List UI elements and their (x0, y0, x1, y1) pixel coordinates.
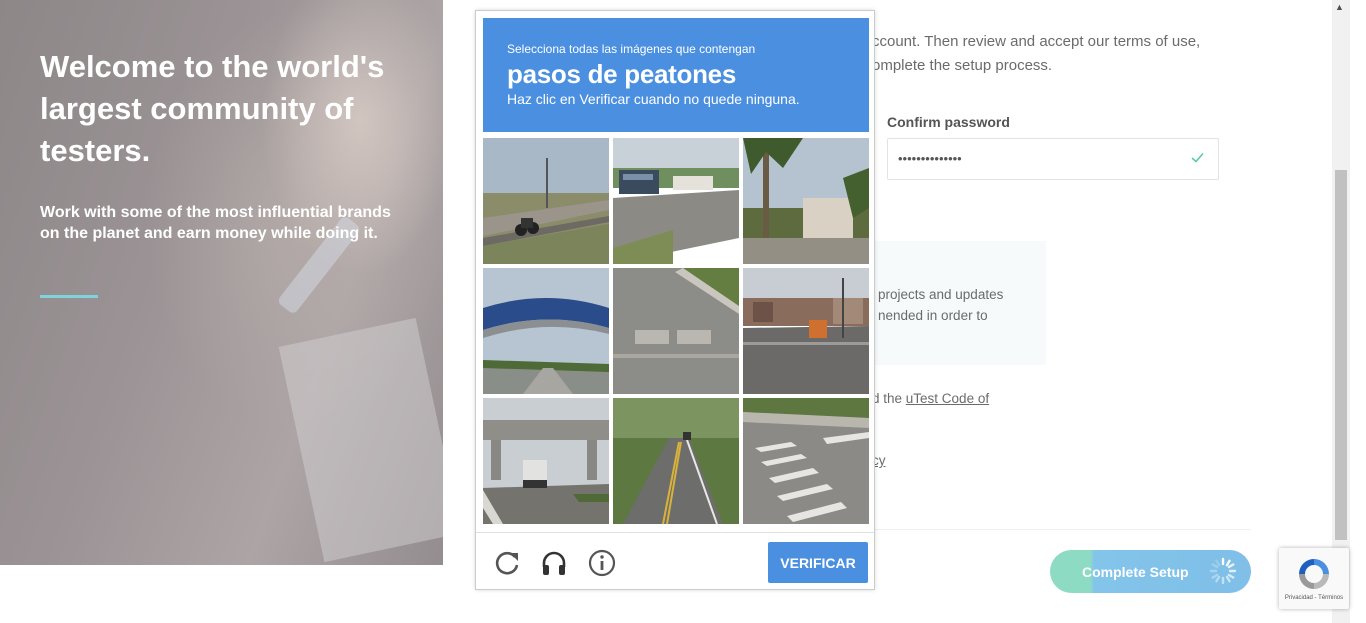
recaptcha-logo-icon (1299, 559, 1329, 589)
motorcycle-road-image (483, 138, 609, 264)
overpass-highway-image (483, 268, 609, 394)
valid-check-icon (1191, 151, 1204, 166)
preferences-line-1: projects and updates (878, 287, 1004, 302)
form-divider (870, 529, 1250, 530)
confirm-password-label: Confirm password (887, 114, 1010, 130)
captcha-image-grid (483, 138, 869, 524)
captcha-tile-3[interactable] (743, 138, 869, 264)
preferences-text: projects and updates nended in order to (878, 284, 1038, 326)
crosswalk-closeup-image (613, 268, 739, 394)
reload-icon[interactable] (493, 549, 521, 577)
captcha-header: Selecciona todas las imágenes que conten… (483, 18, 869, 132)
setup-intro-line-2: omplete the setup process. (872, 57, 1053, 74)
intersection-truck-image (743, 268, 869, 394)
hero-panel: Welcome to the world's largest community… (0, 0, 443, 565)
setup-intro-line-1: ccount. Then review and accept our terms… (872, 33, 1201, 50)
code-of-conduct-prefix: d the (872, 391, 906, 406)
audio-icon[interactable] (540, 549, 568, 577)
scrollbar-thumb[interactable] (1335, 170, 1347, 540)
captcha-challenge: Selecciona todas las imágenes que conten… (475, 10, 875, 590)
captcha-tile-5[interactable] (613, 268, 739, 394)
captcha-footer-divider (476, 532, 874, 533)
wooded-road-image (613, 398, 739, 524)
gas-station-image (613, 138, 739, 264)
preferences-line-2: nended in order to (878, 308, 988, 323)
captcha-tile-6[interactable] (743, 268, 869, 394)
recaptcha-terms[interactable]: Privacidad - Términos (1279, 595, 1349, 601)
complete-setup-button[interactable]: Complete Setup (1050, 550, 1251, 593)
overpass-truck-image (483, 398, 609, 524)
setup-intro: ccount. Then review and accept our terms… (872, 30, 1232, 78)
captcha-tile-2[interactable] (613, 138, 739, 264)
captcha-target: pasos de peatones (507, 59, 736, 89)
complete-setup-label: Complete Setup (1082, 564, 1189, 580)
loading-spinner-icon (1209, 557, 1237, 585)
captcha-tile-7[interactable] (483, 398, 609, 524)
captcha-tile-8[interactable] (613, 398, 739, 524)
hero-accent-rule (40, 295, 98, 298)
code-of-conduct-link[interactable]: uTest Code of (906, 391, 989, 406)
confirm-password-value: •••••••••••••• (898, 151, 962, 166)
hero-title: Welcome to the world's largest community… (40, 49, 385, 168)
hero-photo-paper (278, 317, 443, 563)
confirm-password-field[interactable]: •••••••••••••• (887, 138, 1219, 180)
captcha-instruction: Selecciona todas las imágenes que conten… (507, 42, 756, 56)
info-icon[interactable] (588, 549, 616, 577)
crosswalk-stripes-image (743, 398, 869, 524)
code-of-conduct-text: d the uTest Code of (872, 389, 989, 409)
hero-subtitle: Work with some of the most influential b… (40, 204, 391, 242)
recaptcha-badge[interactable]: Privacidad - Términos (1279, 548, 1349, 609)
scroll-up-arrow-icon[interactable]: ▲ (1335, 2, 1344, 12)
captcha-tile-1[interactable] (483, 138, 609, 264)
verify-button[interactable]: VERIFICAR (768, 542, 868, 583)
palm-trees-image (743, 138, 869, 264)
captcha-hint: Haz clic en Verificar cuando no quede ni… (507, 91, 800, 107)
captcha-tile-9[interactable] (743, 398, 869, 524)
captcha-tile-4[interactable] (483, 268, 609, 394)
